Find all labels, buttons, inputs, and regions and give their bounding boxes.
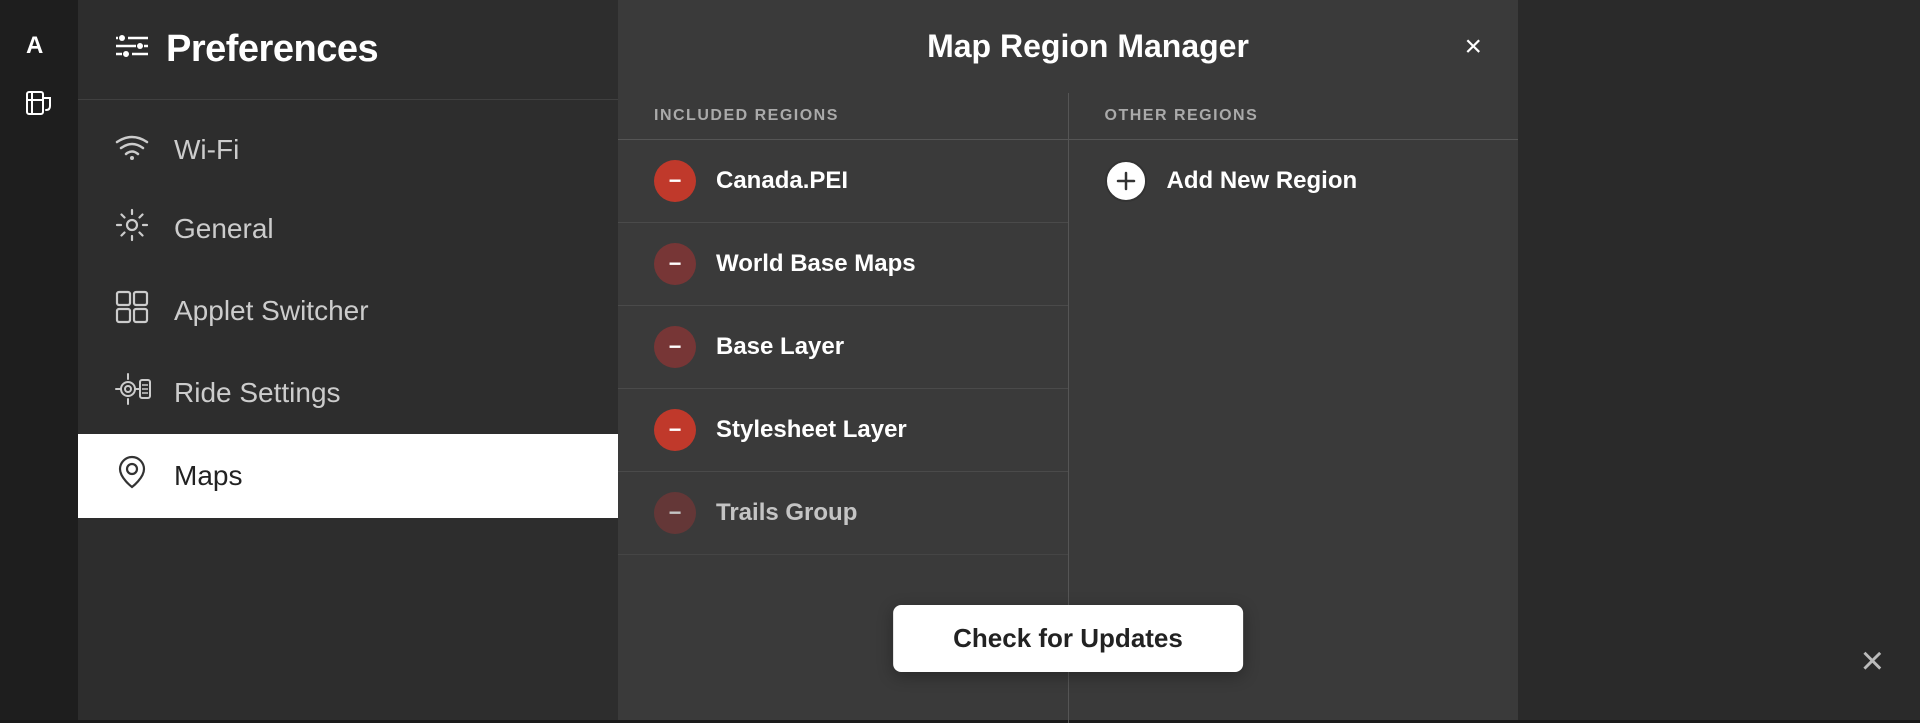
left-sidebar: A bbox=[0, 0, 78, 720]
far-close-button[interactable]: × bbox=[1861, 639, 1884, 684]
nav-items: Wi-Fi General Applet Switc bbox=[78, 100, 618, 530]
sidebar-item-ride-settings-label: Ride Settings bbox=[174, 377, 341, 409]
add-new-region-item[interactable]: Add New Region bbox=[1069, 140, 1519, 222]
grid-icon bbox=[114, 290, 150, 332]
remove-canada-pei-button[interactable]: − bbox=[654, 160, 696, 202]
add-region-label: Add New Region bbox=[1167, 167, 1358, 195]
included-regions-header: INCLUDED REGIONS bbox=[618, 93, 1068, 140]
maps-icon bbox=[114, 454, 150, 498]
other-regions-header: OTHER REGIONS bbox=[1069, 93, 1519, 140]
check-for-updates-button[interactable]: Check for Updates bbox=[893, 605, 1243, 672]
sidebar-item-general[interactable]: General bbox=[78, 188, 618, 270]
preferences-panel: Preferences Wi-Fi Genera bbox=[78, 0, 618, 720]
region-item-trails-group[interactable]: − Trails Group bbox=[618, 472, 1068, 555]
add-region-button[interactable] bbox=[1105, 160, 1147, 202]
remove-base-layer-button[interactable]: − bbox=[654, 326, 696, 368]
remove-world-base-maps-button[interactable]: − bbox=[654, 243, 696, 285]
svg-text:A: A bbox=[26, 32, 43, 59]
sidebar-item-applet-switcher-label: Applet Switcher bbox=[174, 295, 369, 327]
map-region-manager-panel: Map Region Manager × INCLUDED REGIONS − … bbox=[618, 0, 1518, 720]
sidebar-item-wifi-label: Wi-Fi bbox=[174, 134, 239, 166]
wifi-icon bbox=[114, 132, 150, 168]
sidebar-item-wifi[interactable]: Wi-Fi bbox=[78, 112, 618, 188]
trails-group-label: Trails Group bbox=[716, 499, 857, 527]
preferences-title: Preferences bbox=[166, 28, 378, 71]
general-icon bbox=[114, 208, 150, 250]
world-base-maps-label: World Base Maps bbox=[716, 250, 916, 278]
remove-stylesheet-layer-button[interactable]: − bbox=[654, 409, 696, 451]
sidebar-item-ride-settings[interactable]: Ride Settings bbox=[78, 352, 618, 434]
font-icon[interactable]: A bbox=[15, 20, 63, 68]
region-item-canada-pei[interactable]: − Canada.PEI bbox=[618, 140, 1068, 223]
sidebar-item-maps-label: Maps bbox=[174, 460, 242, 492]
sidebar-item-applet-switcher[interactable]: Applet Switcher bbox=[78, 270, 618, 352]
preferences-header: Preferences bbox=[78, 0, 618, 100]
canada-pei-label: Canada.PEI bbox=[716, 167, 848, 195]
region-item-stylesheet-layer[interactable]: − Stylesheet Layer bbox=[618, 389, 1068, 472]
remove-trails-group-button[interactable]: − bbox=[654, 492, 696, 534]
close-mrm-button[interactable]: × bbox=[1442, 32, 1482, 62]
base-layer-label: Base Layer bbox=[716, 333, 844, 361]
mrm-header: Map Region Manager × bbox=[618, 0, 1518, 93]
preferences-menu-icon bbox=[114, 31, 150, 68]
sidebar-item-general-label: General bbox=[174, 213, 274, 245]
region-item-world-base-maps[interactable]: − World Base Maps bbox=[618, 223, 1068, 306]
mrm-title: Map Region Manager bbox=[694, 28, 1442, 65]
fuel-icon[interactable] bbox=[15, 80, 63, 128]
region-item-base-layer[interactable]: − Base Layer bbox=[618, 306, 1068, 389]
ride-settings-icon bbox=[114, 372, 150, 414]
stylesheet-layer-label: Stylesheet Layer bbox=[716, 416, 907, 444]
sidebar-item-maps[interactable]: Maps bbox=[78, 434, 618, 518]
